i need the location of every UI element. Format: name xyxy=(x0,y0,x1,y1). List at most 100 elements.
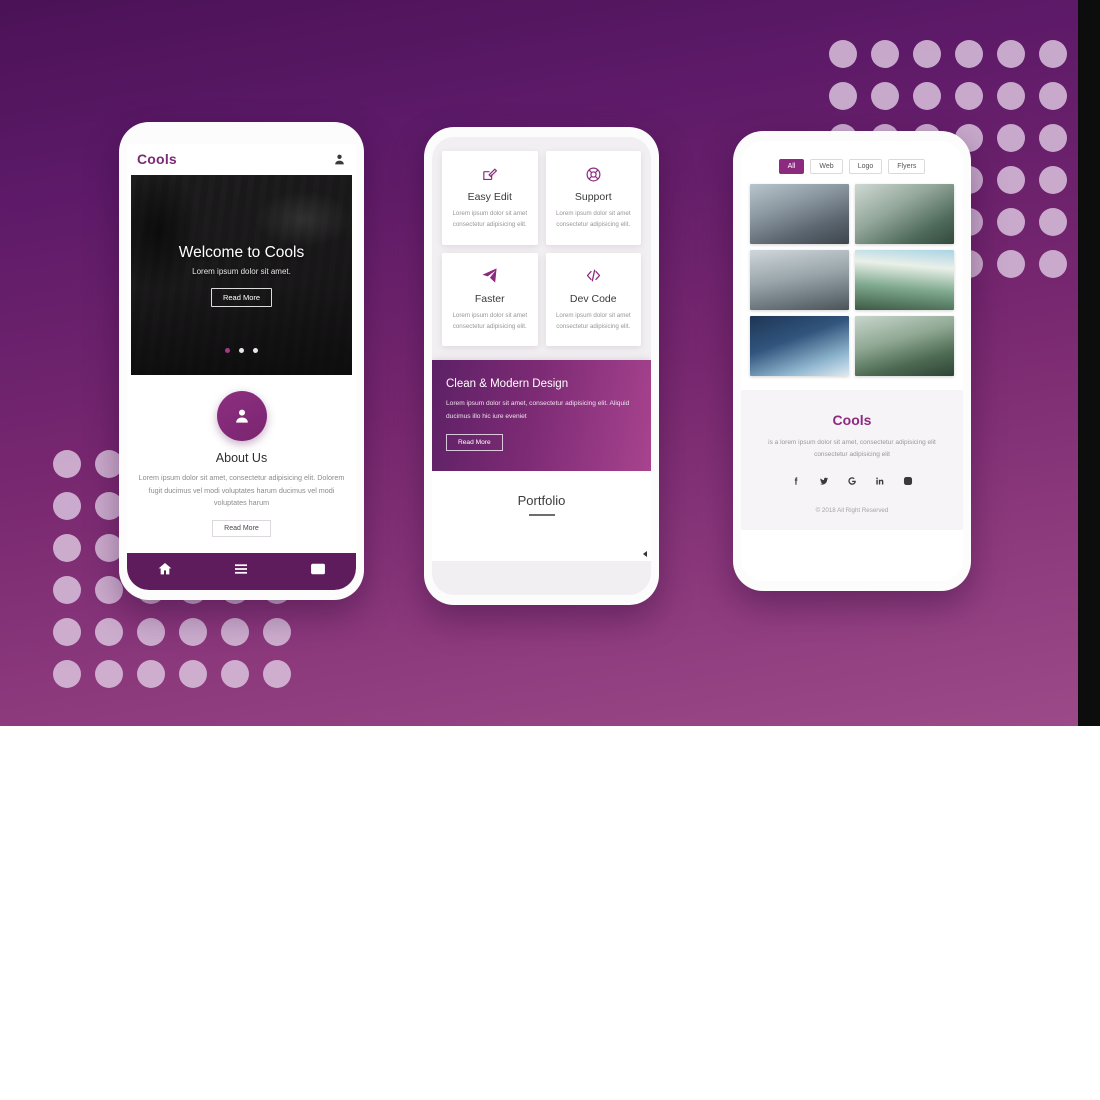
purple-background: Cools Welcome to Cools Lorem ipsum dolor… xyxy=(0,0,1100,726)
promo-banner: Clean & Modern Design Lorem ipsum dolor … xyxy=(432,360,651,471)
promo-banner-title: Clean & Modern Design xyxy=(446,378,569,391)
decorative-dot xyxy=(95,660,123,688)
gallery-grid xyxy=(741,184,963,390)
phone-mockup-features: Easy Edit Lorem ipsum dolor sit amet con… xyxy=(424,127,659,605)
portfolio-section: Portfolio xyxy=(432,470,651,561)
decorative-dot xyxy=(1039,40,1067,68)
hero-title: Welcome to Cools xyxy=(178,243,305,261)
feature-card-title: Easy Edit xyxy=(467,191,512,203)
feature-card[interactable]: Dev Code Lorem ipsum dolor sit amet cons… xyxy=(545,252,641,347)
decorative-dot xyxy=(53,450,81,478)
about-title: About Us xyxy=(215,451,268,465)
promo-banner-text: Lorem ipsum dolor sit amet, consectetur … xyxy=(446,400,630,420)
feature-card-grid: Easy Edit Lorem ipsum dolor sit amet con… xyxy=(432,137,651,354)
hero-slider: Welcome to Cools Lorem ipsum dolor sit a… xyxy=(131,175,352,375)
phone1-topbar: Cools xyxy=(127,144,356,174)
feature-card[interactable]: Support Lorem ipsum dolor sit amet conse… xyxy=(545,151,641,245)
decorative-dot xyxy=(221,618,249,646)
decorative-dot xyxy=(1039,82,1067,110)
gallery-filter-all[interactable]: All xyxy=(778,159,805,174)
decorative-dot xyxy=(871,40,899,68)
decorative-dot xyxy=(829,40,857,68)
user-avatar-icon xyxy=(216,391,267,441)
gallery-thumbnail[interactable] xyxy=(750,250,849,310)
edit-pencil-icon xyxy=(450,163,530,185)
mail-icon[interactable] xyxy=(310,561,326,582)
gallery-thumbnail[interactable] xyxy=(855,250,954,310)
decorative-dot xyxy=(997,250,1025,278)
decorative-dot xyxy=(1039,250,1067,278)
gallery-thumbnail[interactable] xyxy=(750,184,849,244)
paper-plane-icon xyxy=(450,265,530,287)
slider-dot-2[interactable] xyxy=(239,348,244,353)
user-icon[interactable] xyxy=(333,153,346,166)
portfolio-title: Portfolio xyxy=(517,492,566,508)
bottom-navigation-bar xyxy=(127,553,356,590)
gallery-thumbnail[interactable] xyxy=(855,184,954,244)
decorative-dot xyxy=(997,82,1025,110)
decorative-dot xyxy=(997,166,1025,194)
social-links xyxy=(757,473,947,491)
decorative-dot xyxy=(95,618,123,646)
slider-dot-1[interactable] xyxy=(225,348,230,353)
instagram-icon[interactable] xyxy=(903,473,913,491)
app-brand-title: Cools xyxy=(137,151,177,167)
decorative-dot xyxy=(997,40,1025,68)
gallery-filter-flyers[interactable]: Flyers xyxy=(888,159,926,174)
decorative-dot xyxy=(263,660,291,688)
decorative-dot xyxy=(955,40,983,68)
decorative-dot xyxy=(53,576,81,604)
decorative-dot xyxy=(53,534,81,562)
decorative-dot xyxy=(53,660,81,688)
decorative-dot xyxy=(263,618,291,646)
gallery-filter-logo[interactable]: Logo xyxy=(848,159,883,174)
decorative-dot xyxy=(1039,208,1067,236)
feature-card[interactable]: Faster Lorem ipsum dolor sit amet consec… xyxy=(442,252,538,347)
decorative-dot xyxy=(137,660,165,688)
right-edge-strip xyxy=(1078,0,1100,726)
decorative-dot xyxy=(913,82,941,110)
feature-card-text: Lorem ipsum dolor sit amet consectetur a… xyxy=(452,311,528,330)
about-section: About Us Lorem ipsum dolor sit amet, con… xyxy=(127,375,356,537)
decorative-dot xyxy=(997,208,1025,236)
feature-card-text: Lorem ipsum dolor sit amet consectetur a… xyxy=(555,210,631,228)
decorative-dot xyxy=(955,82,983,110)
phone-mockup-home: Cools Welcome to Cools Lorem ipsum dolor… xyxy=(119,122,364,600)
decorative-dot xyxy=(1039,124,1067,152)
feature-card-title: Support xyxy=(574,191,612,203)
portfolio-title-underline xyxy=(528,513,555,516)
about-read-more-button[interactable]: Read More xyxy=(212,519,271,537)
decorative-dot xyxy=(913,40,941,68)
slider-dot-3[interactable] xyxy=(253,348,258,353)
promo-read-more-button[interactable]: Read More xyxy=(446,433,503,451)
footer-copyright: © 2018 All Right Reserved xyxy=(815,507,889,515)
home-icon[interactable] xyxy=(157,561,173,582)
linkedin-icon[interactable] xyxy=(875,473,885,491)
twitter-icon[interactable] xyxy=(819,473,829,491)
hero-read-more-button[interactable]: Read More xyxy=(210,287,273,307)
feature-card-text: Lorem ipsum dolor sit amet consectetur a… xyxy=(452,210,528,228)
gallery-thumbnail[interactable] xyxy=(750,316,849,376)
feature-card[interactable]: Easy Edit Lorem ipsum dolor sit amet con… xyxy=(442,151,538,245)
feature-card-title: Faster xyxy=(474,292,505,305)
code-brackets-icon xyxy=(554,265,634,287)
phone-mockup-gallery: All Web Logo Flyers Cools is a lorem ips… xyxy=(733,131,971,591)
decorative-dot xyxy=(871,82,899,110)
decorative-dot xyxy=(53,618,81,646)
hero-subtitle: Lorem ipsum dolor sit amet. xyxy=(192,266,291,276)
gallery-filter-web[interactable]: Web xyxy=(810,159,843,174)
decorative-dot xyxy=(829,82,857,110)
decorative-dot xyxy=(221,660,249,688)
about-text: Lorem ipsum dolor sit amet, consectetur … xyxy=(138,473,345,508)
google-icon[interactable] xyxy=(847,473,857,491)
decorative-dot xyxy=(997,124,1025,152)
decorative-dot xyxy=(179,660,207,688)
decorative-dot xyxy=(1039,166,1067,194)
gallery-thumbnail[interactable] xyxy=(855,316,954,376)
facebook-icon[interactable] xyxy=(791,473,801,491)
menu-icon[interactable] xyxy=(233,561,249,582)
phone2-screen: Easy Edit Lorem ipsum dolor sit amet con… xyxy=(432,137,651,595)
gallery-filter-tabs: All Web Logo Flyers xyxy=(741,141,963,184)
slider-dots[interactable] xyxy=(131,348,352,353)
feature-card-text: Lorem ipsum dolor sit amet consectetur a… xyxy=(555,311,631,330)
